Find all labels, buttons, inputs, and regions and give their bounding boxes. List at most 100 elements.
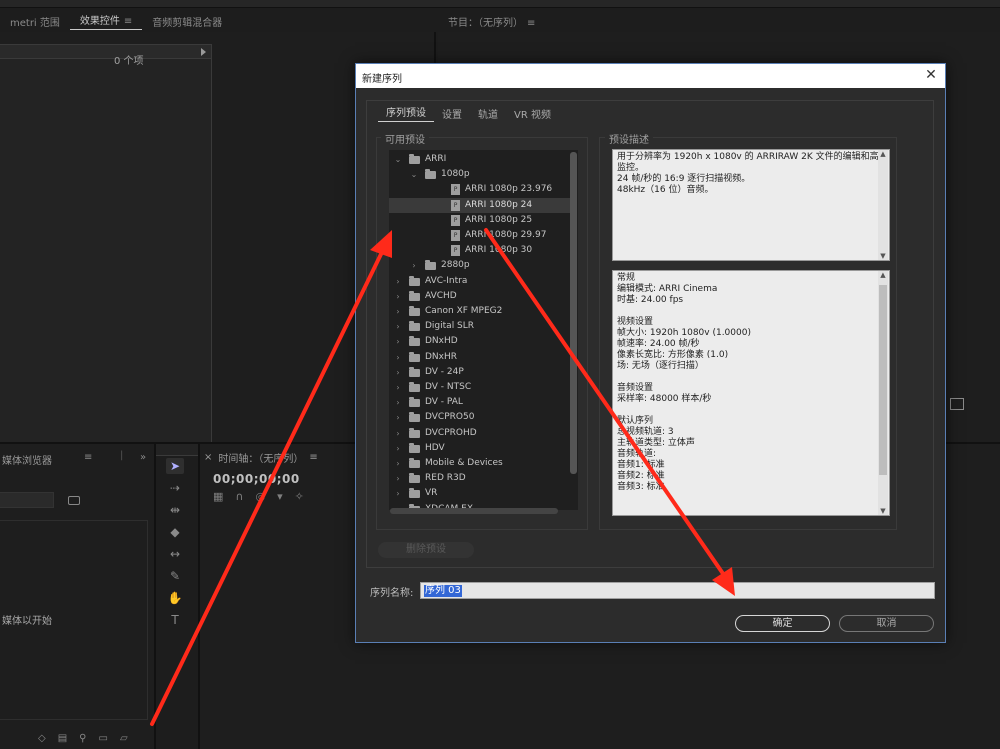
cancel-button[interactable]: 取消 bbox=[839, 615, 934, 632]
chevron-right-icon[interactable]: › bbox=[393, 319, 403, 334]
chevron-right-icon[interactable]: › bbox=[393, 471, 403, 486]
preset-folder-row[interactable]: ⌄ 1080p bbox=[389, 167, 570, 182]
preset-file-row[interactable]: P ARRI 1080p 23.976 bbox=[389, 182, 570, 197]
preset-folder-row[interactable]: › DV - PAL bbox=[389, 395, 570, 410]
tab-audio-clip-mixer[interactable]: 音频剪辑混合器 bbox=[142, 14, 232, 29]
preset-folder-row[interactable]: › DV - NTSC bbox=[389, 380, 570, 395]
preset-folder-row[interactable]: › Canon XF MPEG2 bbox=[389, 304, 570, 319]
chevron-right-icon[interactable]: › bbox=[393, 365, 403, 380]
close-tab-icon[interactable]: × bbox=[204, 452, 212, 463]
tab-timeline[interactable]: 时间轴：（无序列） bbox=[218, 450, 303, 465]
tab-sequence-presets[interactable]: 序列预设 bbox=[378, 104, 434, 122]
preset-folder-row[interactable]: › AVCHD bbox=[389, 289, 570, 304]
preset-folder-row[interactable]: › 2880p bbox=[389, 258, 570, 273]
chevron-right-icon[interactable]: › bbox=[393, 395, 403, 410]
preset-file-row[interactable]: P ARRI 1080p 30 bbox=[389, 243, 570, 258]
tab-vr-video[interactable]: VR 视频 bbox=[506, 106, 559, 121]
razor-tool-icon[interactable]: ◆ bbox=[166, 524, 184, 540]
preset-tree-hscrollbar[interactable] bbox=[390, 508, 558, 514]
preset-folder-row[interactable]: › RED R3D bbox=[389, 471, 570, 486]
preset-folder-row[interactable]: ⌄ ARRI bbox=[389, 152, 570, 167]
preset-file-row[interactable]: P ARRI 1080p 25 bbox=[389, 213, 570, 228]
preset-settings-text[interactable]: 常规 编辑模式: ARRI Cinema 时基: 24.00 fps 视频设置 … bbox=[612, 270, 890, 516]
chevron-right-icon[interactable]: › bbox=[393, 334, 403, 349]
preset-folder-row[interactable]: › VR bbox=[389, 486, 570, 501]
zoom-slider-icon[interactable]: ◇ bbox=[38, 733, 46, 744]
list-view-icon[interactable]: ▤ bbox=[58, 733, 67, 744]
tab-scopes[interactable]: metri 范围 bbox=[0, 14, 70, 29]
play-triangle-icon[interactable] bbox=[201, 48, 206, 56]
new-item-icon[interactable]: ▱ bbox=[120, 733, 128, 744]
preset-folder-row[interactable]: › DVCPRO50 bbox=[389, 410, 570, 425]
panel-menu-icon[interactable]: ≡ bbox=[124, 16, 132, 27]
dialog-titlebar[interactable]: 新建序列 ✕ bbox=[356, 64, 945, 88]
preset-file-row[interactable]: P ARRI 1080p 24 bbox=[389, 197, 570, 213]
ok-button[interactable]: 确定 bbox=[735, 615, 830, 632]
linked-selection-icon[interactable]: ◎ bbox=[255, 490, 265, 503]
preset-tree[interactable]: ⌄ ARRI ⌄ 1080p P ARRI 1080p 23.976 P ARRI 1080p… bbox=[389, 150, 578, 510]
panel-menu-icon[interactable]: ≡ bbox=[84, 452, 92, 463]
chevron-right-icon[interactable]: › bbox=[393, 410, 403, 425]
chevron-right-icon[interactable]: › bbox=[393, 289, 403, 304]
more-panels-icon[interactable]: » bbox=[140, 452, 146, 463]
chevron-down-icon[interactable]: ⌄ bbox=[409, 167, 419, 182]
hand-tool-icon[interactable]: ✋ bbox=[166, 590, 184, 606]
chevron-right-icon[interactable]: › bbox=[393, 486, 403, 501]
type-tool-icon[interactable]: T bbox=[166, 612, 184, 628]
chevron-right-icon[interactable]: › bbox=[393, 274, 403, 289]
timeline-timecode[interactable]: 00;00;00;00 bbox=[213, 472, 300, 486]
panel-menu-icon[interactable]: ≡ bbox=[527, 18, 535, 29]
preset-folder-row[interactable]: › AVC-Intra bbox=[389, 274, 570, 289]
preset-tree-vscrollbar[interactable] bbox=[570, 152, 577, 474]
settings-scroll-thumb[interactable] bbox=[879, 285, 887, 475]
new-bin-icon[interactable] bbox=[68, 496, 80, 505]
scroll-up-icon[interactable]: ▲ bbox=[878, 271, 888, 279]
preset-folder-row[interactable]: › DNxHR bbox=[389, 350, 570, 365]
chevron-right-icon[interactable]: › bbox=[409, 258, 419, 273]
tab-effect-controls[interactable]: 效果控件 ≡ bbox=[69, 12, 143, 30]
preset-folder-row[interactable]: › DV - 24P bbox=[389, 365, 570, 380]
chevron-right-icon[interactable]: › bbox=[393, 380, 403, 395]
track-select-tool-icon[interactable]: ⇢ bbox=[166, 480, 184, 496]
selection-tool-icon[interactable]: ➤ bbox=[166, 458, 184, 474]
tab-tracks[interactable]: 轨道 bbox=[470, 106, 506, 121]
close-icon[interactable]: ✕ bbox=[923, 67, 939, 83]
preset-folder-row[interactable]: › Digital SLR bbox=[389, 319, 570, 334]
chevron-right-icon[interactable]: › bbox=[393, 350, 403, 365]
preset-file-row[interactable]: P ARRI 1080p 29.97 bbox=[389, 228, 570, 243]
tab-program[interactable]: 节目：（无序列） ≡ bbox=[438, 14, 545, 29]
scroll-down-icon[interactable]: ▼ bbox=[878, 507, 888, 515]
snap-icon[interactable]: ∩ bbox=[235, 490, 243, 503]
sequence-name-input[interactable]: 序列 03 bbox=[420, 582, 935, 599]
delete-preset-button[interactable]: 删除预设 bbox=[378, 542, 474, 558]
settings-scrollbar[interactable]: ▲ ▼ bbox=[878, 271, 888, 515]
preset-file-icon: P bbox=[451, 214, 460, 226]
export-frame-icon[interactable] bbox=[950, 398, 964, 410]
folder-icon bbox=[425, 260, 436, 271]
panel-menu-icon[interactable]: ≡ bbox=[309, 452, 317, 463]
preset-folder-row[interactable]: › DVCPROHD bbox=[389, 426, 570, 441]
preset-folder-row[interactable]: › DNxHD bbox=[389, 334, 570, 349]
nest-icon[interactable]: ▦ bbox=[213, 490, 223, 503]
tab-media-browser[interactable]: 媒体浏览器 bbox=[2, 452, 52, 467]
chevron-right-icon[interactable]: › bbox=[393, 441, 403, 456]
scroll-up-icon[interactable]: ▲ bbox=[878, 150, 888, 158]
add-marker-icon[interactable]: ▾ bbox=[277, 490, 283, 503]
slip-tool-icon[interactable]: ↔ bbox=[166, 546, 184, 562]
ripple-edit-tool-icon[interactable]: ⇹ bbox=[166, 502, 184, 518]
scroll-down-icon[interactable]: ▼ bbox=[878, 252, 888, 260]
chevron-right-icon[interactable]: › bbox=[393, 456, 403, 471]
preset-folder-row[interactable]: › HDV bbox=[389, 441, 570, 456]
preset-description-text[interactable]: 用于分辨率为 1920h x 1080v 的 ARRIRAW 2K 文件的编辑和… bbox=[612, 149, 890, 261]
project-search-input[interactable] bbox=[0, 492, 54, 508]
chevron-right-icon[interactable]: › bbox=[393, 304, 403, 319]
preset-folder-row[interactable]: › Mobile & Devices bbox=[389, 456, 570, 471]
find-icon[interactable]: ⚲ bbox=[79, 733, 86, 744]
chevron-right-icon[interactable]: › bbox=[393, 426, 403, 441]
tab-settings[interactable]: 设置 bbox=[434, 106, 470, 121]
folder-icon[interactable]: ▭ bbox=[98, 733, 107, 744]
description-scrollbar[interactable]: ▲ ▼ bbox=[878, 150, 888, 260]
chevron-down-icon[interactable]: ⌄ bbox=[393, 152, 403, 167]
pen-tool-icon[interactable]: ✎ bbox=[166, 568, 184, 584]
settings-wrench-icon[interactable]: ✧ bbox=[295, 490, 304, 503]
